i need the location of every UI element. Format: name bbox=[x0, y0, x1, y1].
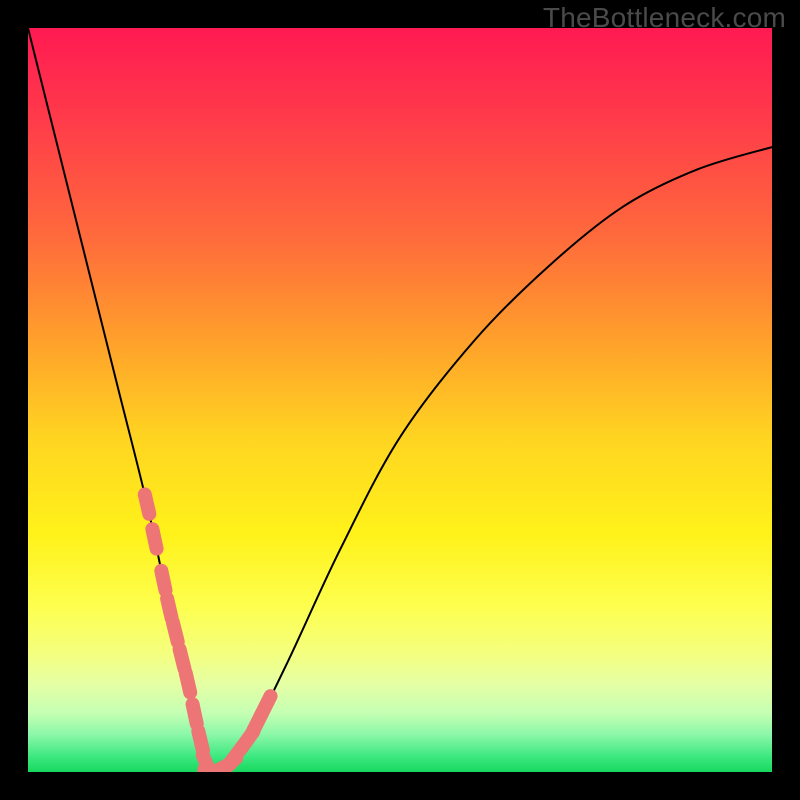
bottleneck-curve bbox=[28, 28, 772, 772]
bead bbox=[193, 704, 197, 724]
bead bbox=[262, 696, 271, 714]
bead bbox=[167, 599, 172, 618]
watermark-text: TheBottleneck.com bbox=[543, 2, 786, 34]
bead bbox=[161, 571, 165, 591]
highlight-beads bbox=[145, 494, 271, 772]
curve-layer bbox=[28, 28, 772, 772]
bead bbox=[145, 494, 150, 513]
chart-frame: TheBottleneck.com bbox=[0, 0, 800, 800]
bead bbox=[173, 622, 178, 641]
bead bbox=[152, 529, 156, 549]
bead bbox=[186, 673, 191, 692]
bead bbox=[198, 731, 203, 750]
plot-area bbox=[28, 28, 772, 772]
bead bbox=[180, 649, 185, 668]
